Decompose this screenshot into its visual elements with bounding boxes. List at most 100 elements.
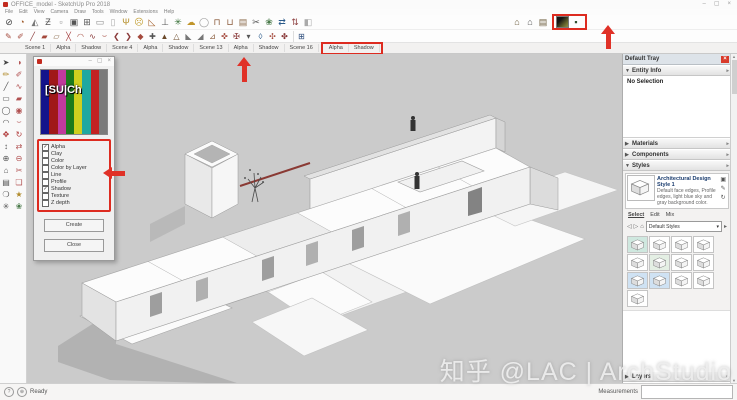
refresh-style-icon[interactable]: ↻ xyxy=(721,194,726,201)
text-tool-icon[interactable]: ▤ xyxy=(0,176,12,188)
plus-tool-icon[interactable]: ✚ xyxy=(147,31,158,42)
angle-close-tool-icon[interactable]: ❯ xyxy=(123,31,134,42)
dims-tool-icon[interactable]: ❏ xyxy=(13,176,25,188)
gem-tool-icon[interactable]: ◊ xyxy=(255,31,266,42)
channel-checkbox-color-by-layer[interactable] xyxy=(42,165,49,172)
dialog-maximize-button[interactable]: ▢ xyxy=(97,57,103,66)
select-tool-icon[interactable]: ➤ xyxy=(0,56,12,68)
line-tool-icon[interactable]: ╱ xyxy=(27,31,38,42)
new-window-icon[interactable]: ▣ xyxy=(68,16,80,28)
cloud-tool-icon[interactable]: ☁ xyxy=(185,16,197,28)
tri-up-tool-icon[interactable]: ▲ xyxy=(159,31,170,42)
tray-close-button[interactable]: × xyxy=(721,56,729,63)
line-tool-icon[interactable]: ╱ xyxy=(0,80,12,92)
channel-checkbox-z-depth[interactable] xyxy=(42,200,49,207)
entity-info-header[interactable]: ▼ Entity Info ▸ xyxy=(623,65,731,76)
style-thumbnail[interactable] xyxy=(627,236,648,253)
minimize-button[interactable]: – xyxy=(702,0,705,9)
eraser-tool-icon[interactable]: ◑ xyxy=(13,56,25,68)
style-thumbnail[interactable] xyxy=(627,290,648,307)
chair-tool-icon[interactable]: ⊔ xyxy=(224,16,236,28)
style-thumbnail[interactable] xyxy=(693,254,714,271)
create-button[interactable]: Create xyxy=(44,219,104,232)
channel-checkbox-profile[interactable] xyxy=(42,179,49,186)
flower-tool-icon[interactable]: ✳ xyxy=(172,16,184,28)
shade-tool-icon[interactable]: ◧ xyxy=(302,16,314,28)
scene-tab-shadow[interactable]: Shadow xyxy=(349,44,380,52)
scene-tab-alpha[interactable]: Alpha xyxy=(324,44,349,52)
scene-tab-scene-1[interactable]: Scene 1 xyxy=(20,44,51,52)
scroll-thumb[interactable] xyxy=(732,60,737,94)
freehand-tool-icon[interactable]: ∿ xyxy=(13,80,25,92)
small-window-icon[interactable]: ▫ xyxy=(55,16,67,28)
style-thumbnail[interactable] xyxy=(671,236,692,253)
scene-tab-scene-13[interactable]: Scene 13 xyxy=(194,44,228,52)
pie-tool-icon[interactable]: ⌣ xyxy=(13,116,25,128)
angle-open-tool-icon[interactable]: ❮ xyxy=(111,31,122,42)
styles-header[interactable]: ▼ Styles ▸ xyxy=(623,160,731,171)
zoom-ext-tool-icon[interactable]: ★ xyxy=(13,188,25,200)
dialog-title-bar[interactable]: – ▢ × xyxy=(34,57,114,66)
maximize-button[interactable]: ▢ xyxy=(714,0,720,9)
scene-tab-shadow[interactable]: Shadow xyxy=(254,44,285,52)
face-me-icon[interactable]: ☹ xyxy=(133,16,145,28)
cross-b-tool-icon[interactable]: ✠ xyxy=(231,31,242,42)
scene-tab-shadow[interactable]: Shadow xyxy=(76,44,107,52)
scene-tab-alpha[interactable]: Alpha xyxy=(51,44,76,52)
sparkle-b-tool-icon[interactable]: ✤ xyxy=(279,31,290,42)
styles-tab-select[interactable]: Select xyxy=(628,212,644,218)
freeform-tool-icon[interactable]: ∿ xyxy=(87,31,98,42)
close-button[interactable]: × xyxy=(727,0,731,9)
followme-tool-icon[interactable]: ⊖ xyxy=(13,152,25,164)
sandbox-tool-icon[interactable]: ❀ xyxy=(13,200,25,212)
house-tool-icon[interactable]: ⌂ xyxy=(524,16,536,28)
circle-tool-icon[interactable]: ◯ xyxy=(0,104,12,116)
polygon-tool-icon[interactable]: ◉ xyxy=(13,104,25,116)
style-thumbnail[interactable] xyxy=(693,236,714,253)
style-thumbnail[interactable] xyxy=(627,254,648,271)
swap-v-tool-icon[interactable]: ⇅ xyxy=(289,16,301,28)
scene-tab-scene-4[interactable]: Scene 4 xyxy=(107,44,138,52)
corner-a-tool-icon[interactable]: ◣ xyxy=(183,31,194,42)
edit-style-icon[interactable]: ✎ xyxy=(721,185,726,192)
rotate-tool-icon[interactable]: ↻ xyxy=(13,128,25,140)
arc-tool-icon[interactable]: ◠ xyxy=(0,116,12,128)
axes-tool-icon[interactable]: Ƶ xyxy=(42,16,54,28)
swap-h-tool-icon[interactable]: ⇄ xyxy=(276,16,288,28)
home-tool-icon[interactable]: ⌂ xyxy=(511,16,523,28)
rect-tool-icon[interactable]: ▭ xyxy=(0,92,12,104)
section-tool-icon[interactable]: ✂ xyxy=(13,164,25,176)
dialog-minimize-button[interactable]: – xyxy=(88,57,91,66)
styles-tab-edit[interactable]: Edit xyxy=(650,212,659,218)
geolocation-icon[interactable]: ⊕ xyxy=(17,387,27,397)
screen-b-icon[interactable]: ▯ xyxy=(107,16,119,28)
copy-window-icon[interactable]: ⊞ xyxy=(81,16,93,28)
channel-checkbox-shadow[interactable]: ✓ xyxy=(42,186,49,193)
section-options-icon[interactable]: ▸ xyxy=(726,141,729,147)
small-tri-tool-icon[interactable]: ▾ xyxy=(243,31,254,42)
drawing-viewport[interactable]: – ▢ × [SU|Ch ✓AlphaClayColorColor by Lay… xyxy=(0,54,622,383)
circle-tool-icon[interactable]: ◯ xyxy=(198,16,210,28)
pushpull-tool-icon[interactable]: ⊕ xyxy=(0,152,12,164)
style-thumbnail[interactable] xyxy=(671,272,692,289)
rect-tool-icon[interactable]: ▰ xyxy=(39,31,50,42)
channel-checkbox-line[interactable] xyxy=(42,172,49,179)
funnel-tool-icon[interactable]: Ψ xyxy=(120,16,132,28)
channel-checkbox-texture[interactable] xyxy=(42,193,49,200)
pen-tool-icon[interactable]: ✐ xyxy=(13,68,25,80)
wedge-tool-icon[interactable]: ⊿ xyxy=(207,31,218,42)
style-thumbnail[interactable] xyxy=(627,272,648,289)
style-thumbnail[interactable] xyxy=(649,272,670,289)
style-thumbnail[interactable] xyxy=(693,272,714,289)
scene-tab-scene-16[interactable]: Scene 16 xyxy=(285,44,319,52)
tray-scrollbar[interactable]: ▲ ▼ xyxy=(730,54,737,383)
style-thumbnail[interactable] xyxy=(671,254,692,271)
channels-preview-icon[interactable] xyxy=(556,16,569,28)
orbit-tool-icon[interactable]: ◔ xyxy=(16,16,28,28)
close-dialog-button[interactable]: Close xyxy=(44,239,104,252)
leaf-tool-icon[interactable]: ❀ xyxy=(263,16,275,28)
scissors-tool-icon[interactable]: ✂ xyxy=(250,16,262,28)
styles-tab-mix[interactable]: Mix xyxy=(666,212,675,218)
channel-checkbox-clay[interactable] xyxy=(42,151,49,158)
dialog-close-button[interactable]: × xyxy=(107,57,111,66)
